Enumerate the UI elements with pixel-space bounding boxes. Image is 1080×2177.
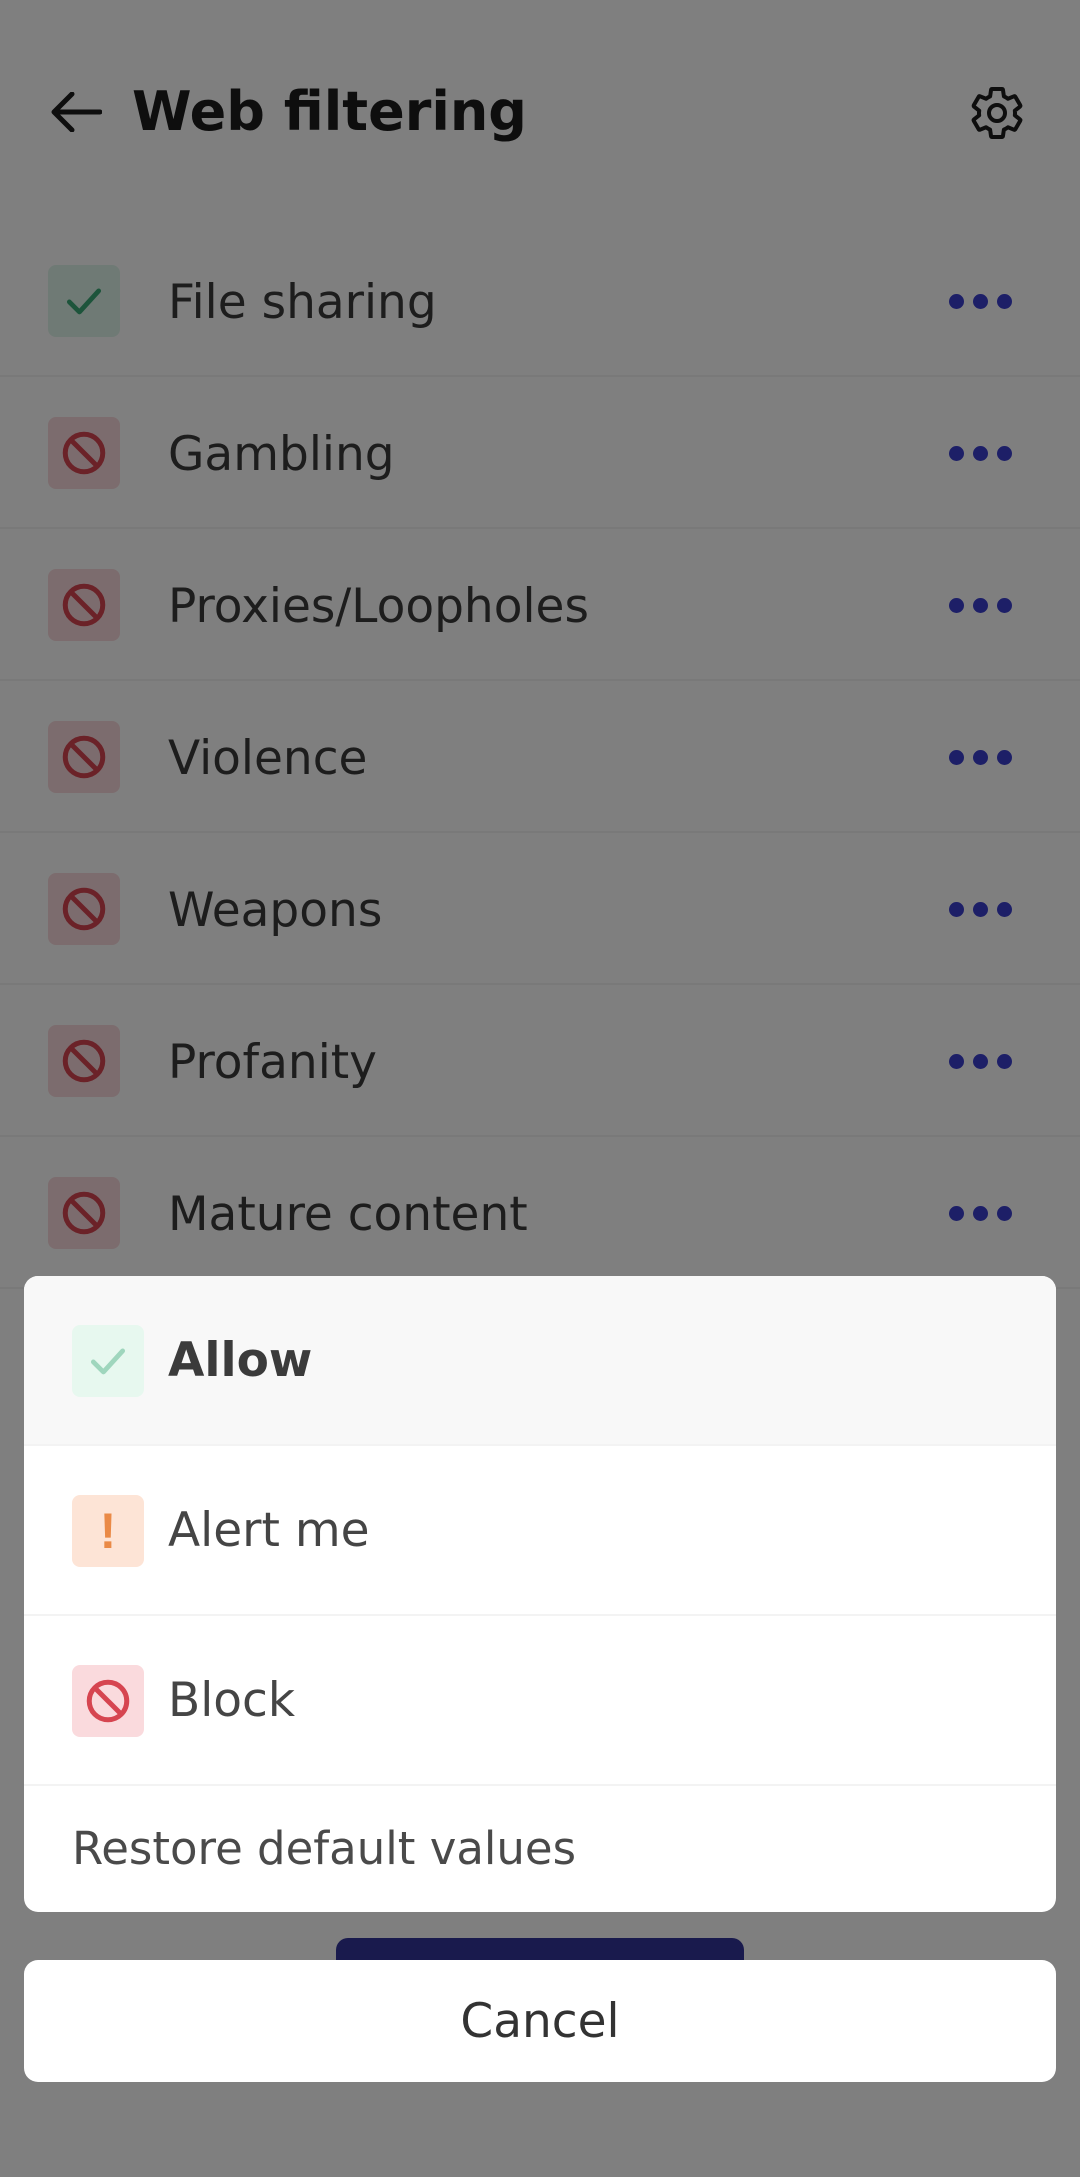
allow-icon-badge	[72, 1325, 144, 1397]
restore-defaults-button[interactable]: Restore default values	[72, 1821, 576, 1877]
option-block[interactable]: Block	[24, 1616, 1056, 1786]
exclamation-icon: !	[99, 1503, 117, 1559]
option-alert-me[interactable]: ! Alert me	[24, 1446, 1056, 1616]
alert-icon-badge: !	[72, 1495, 144, 1567]
action-sheet: Allow ! Alert me Block Restore default v…	[24, 1276, 1056, 1912]
option-allow[interactable]: Allow	[24, 1276, 1056, 1446]
block-icon	[86, 1679, 130, 1723]
cancel-label: Cancel	[460, 1993, 620, 2049]
cancel-button[interactable]: Cancel	[24, 1960, 1056, 2082]
check-icon	[90, 1348, 126, 1375]
option-label: Allow	[168, 1333, 313, 1388]
option-label: Block	[168, 1673, 296, 1728]
block-icon-badge	[72, 1665, 144, 1737]
option-label: Alert me	[168, 1503, 370, 1558]
